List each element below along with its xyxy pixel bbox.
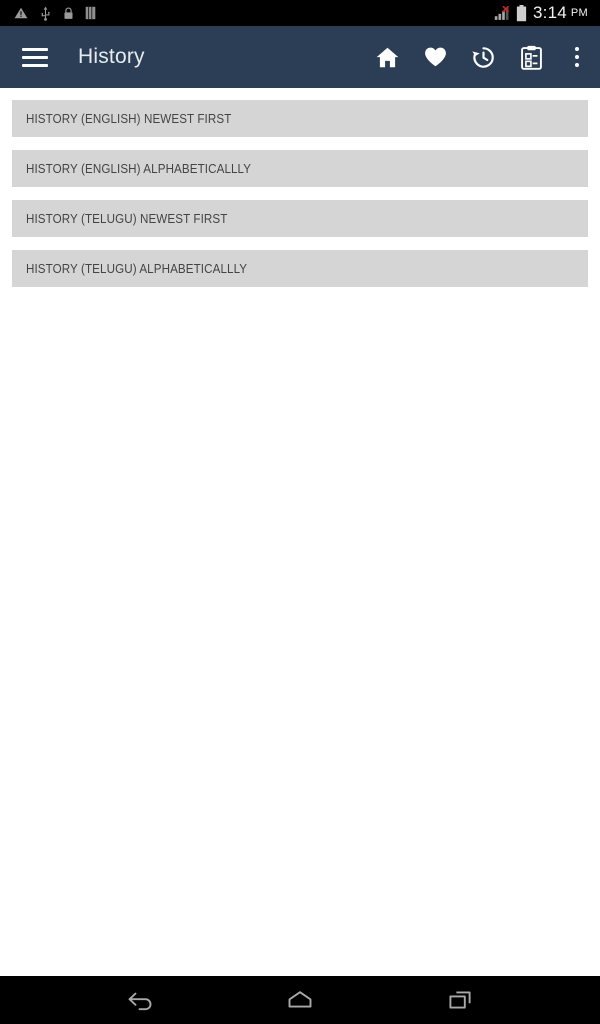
favorites-heart-icon[interactable] <box>422 44 448 70</box>
hamburger-line <box>22 63 48 67</box>
hamburger-menu-icon[interactable] <box>22 41 54 73</box>
home-icon[interactable] <box>374 44 400 70</box>
battery-icon <box>516 4 527 22</box>
list-item-label: HISTORY (TELUGU) ALPHABETICALLLY <box>26 261 248 276</box>
overflow-dot <box>575 47 579 51</box>
history-list: HISTORY (ENGLISH) NEWEST FIRST HISTORY (… <box>0 88 600 976</box>
clipboard-notes-icon[interactable] <box>518 44 544 70</box>
list-item-label: HISTORY (ENGLISH) NEWEST FIRST <box>26 111 232 126</box>
status-bar-clock-ampm: PM <box>570 7 588 19</box>
status-bar: 3:14 PM <box>0 0 600 26</box>
overflow-menu-icon[interactable] <box>568 44 586 70</box>
page-title: History <box>78 45 145 68</box>
status-bar-left-icons <box>8 6 96 21</box>
status-bar-clock: 3:14 <box>533 3 567 22</box>
lock-icon <box>63 7 74 20</box>
back-icon[interactable] <box>108 976 172 1024</box>
recents-icon[interactable] <box>428 976 492 1024</box>
hamburger-line <box>22 55 48 59</box>
app-bar: History <box>0 26 600 88</box>
list-item-label: HISTORY (TELUGU) NEWEST FIRST <box>26 211 228 226</box>
home-icon[interactable] <box>268 976 332 1024</box>
warning-icon <box>14 6 28 20</box>
overflow-dot <box>575 63 579 67</box>
list-item[interactable]: HISTORY (TELUGU) NEWEST FIRST <box>12 200 588 237</box>
app-bar-actions <box>374 44 586 70</box>
usb-icon <box>39 6 52 21</box>
status-bar-right-icons: 3:14 PM <box>494 0 592 26</box>
hamburger-line <box>22 47 48 51</box>
history-clock-icon[interactable] <box>470 44 496 70</box>
list-item-label: HISTORY (ENGLISH) ALPHABETICALLLY <box>26 161 252 176</box>
list-item[interactable]: HISTORY (TELUGU) ALPHABETICALLLY <box>12 250 588 287</box>
android-navigation-bar <box>0 976 600 1024</box>
overflow-dot <box>575 55 579 59</box>
signal-no-service-icon <box>494 5 510 21</box>
list-item[interactable]: HISTORY (ENGLISH) ALPHABETICALLLY <box>12 150 588 187</box>
list-item[interactable]: HISTORY (ENGLISH) NEWEST FIRST <box>12 100 588 137</box>
vibrate-icon <box>85 6 96 20</box>
